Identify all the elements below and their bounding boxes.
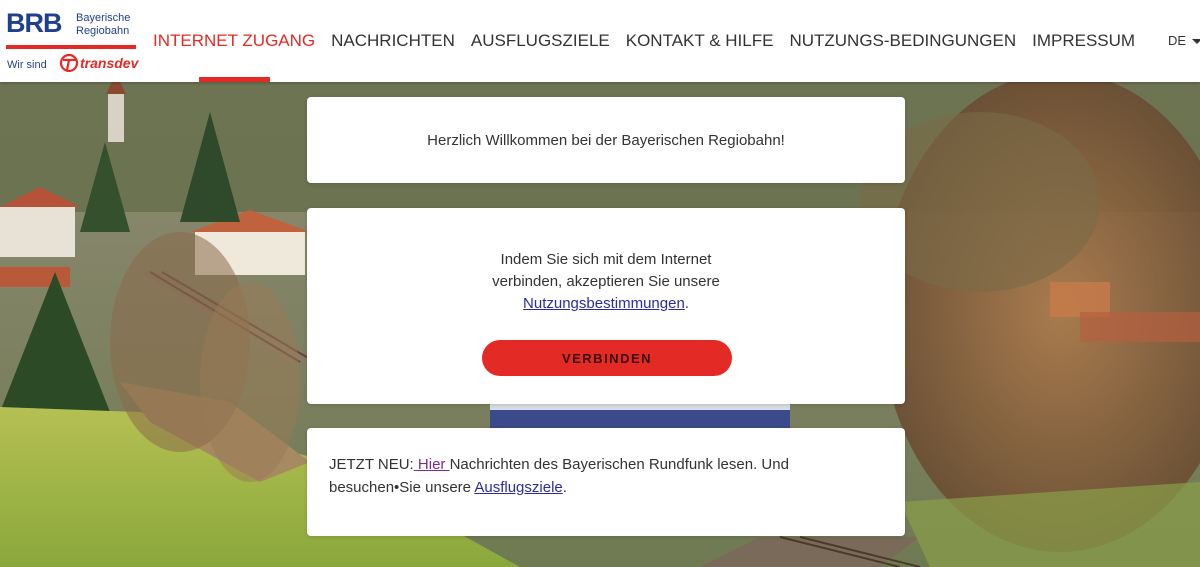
nav-item-nutzungs-bedingungen[interactable]: NUTZUNGS-BEDINGUNGEN: [781, 0, 1024, 82]
news-line2: besuchen•Sie unsere Ausflugsziele.: [329, 476, 883, 499]
terms-notice: Indem Sie sich mit dem Internet verbinde…: [307, 249, 905, 315]
transdev-swoosh-icon: [59, 53, 79, 73]
logo-brb-text: BRB: [6, 8, 62, 38]
logo-wir-sind: Wir sind: [7, 59, 47, 71]
language-selector[interactable]: DE: [1168, 33, 1200, 48]
logo-subtitle-line2: Regiobahn: [76, 25, 130, 37]
news-card: JETZT NEU: Hier Nachrichten des Bayerisc…: [307, 428, 905, 536]
welcome-card: Herzlich Willkommen bei der Bayerischen …: [307, 97, 905, 183]
news-here-link[interactable]: Hier: [414, 456, 450, 473]
logo-red-bar: [6, 45, 136, 49]
news-suffix: .: [562, 479, 567, 496]
transdev-text: transdev: [80, 55, 139, 71]
nav-item-kontakt-hilfe[interactable]: KONTAKT & HILFE: [618, 0, 782, 82]
terms-notice-line3: Nutzungsbestimmungen.: [307, 293, 905, 315]
welcome-message: Herzlich Willkommen bei der Bayerischen …: [427, 131, 785, 149]
top-header: BRB Bayerische Regiobahn Wir sind transd…: [0, 0, 1200, 82]
brb-logo[interactable]: BRB Bayerische Regiobahn Wir sind transd…: [6, 8, 146, 78]
nav-item-internet-zugang[interactable]: INTERNET ZUGANG: [153, 0, 323, 82]
terms-suffix: .: [684, 295, 689, 312]
logo-subtitle-line1: Bayerische: [76, 12, 131, 24]
terms-notice-line2: verbinden, akzeptieren Sie unsere: [492, 273, 720, 290]
terms-notice-line1: Indem Sie sich mit dem Internet: [500, 251, 712, 268]
news-prefix: JETZT NEU:: [329, 456, 414, 473]
nav-item-nachrichten[interactable]: NACHRICHTEN: [323, 0, 463, 82]
destinations-link[interactable]: Ausflugsziele: [474, 479, 562, 496]
active-tab-indicator: [199, 77, 270, 82]
connect-card: Indem Sie sich mit dem Internet verbinde…: [307, 208, 905, 404]
language-label: DE: [1168, 33, 1187, 48]
news-middle-text: Nachrichten des Bayerischen Rundfunk les…: [449, 456, 789, 473]
chevron-down-icon: [1192, 39, 1200, 44]
news-line2-prefix: besuchen•Sie unsere: [329, 479, 475, 496]
terms-link[interactable]: Nutzungsbestimmungen: [523, 295, 685, 312]
logo-subtitle: Bayerische Regiobahn: [76, 12, 130, 38]
nav-item-impressum[interactable]: IMPRESSUM: [1024, 0, 1143, 82]
main-nav: INTERNET ZUGANG NACHRICHTEN AUSFLUGSZIEL…: [153, 0, 1143, 82]
transdev-logo: transdev: [58, 52, 146, 76]
nav-item-ausflugsziele[interactable]: AUSFLUGSZIELE: [463, 0, 618, 82]
connect-button[interactable]: VERBINDEN: [482, 340, 732, 376]
news-line1: JETZT NEU: Hier Nachrichten des Bayerisc…: [329, 453, 883, 476]
